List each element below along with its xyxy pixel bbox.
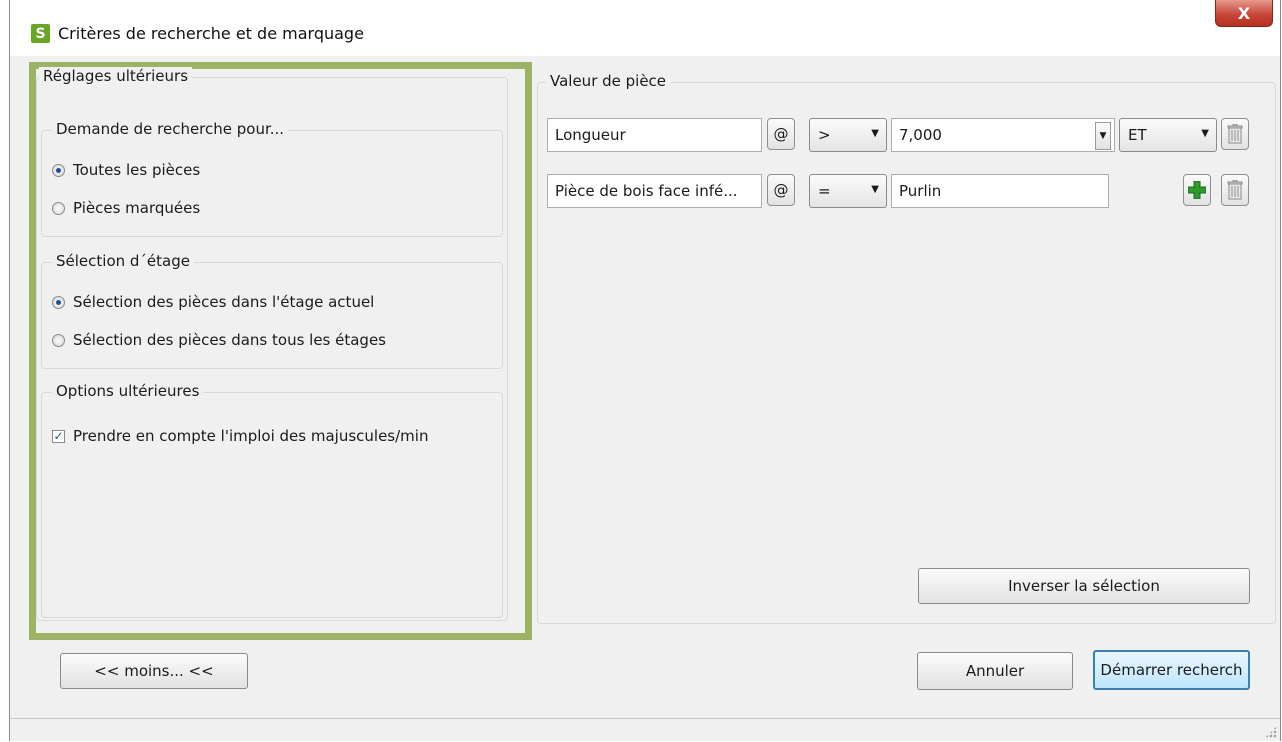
radio-marked-parts[interactable]: Pièces marquées [52,199,200,217]
radio-current-floor-label: Sélection des pièces dans l'étage actuel [73,293,375,311]
advanced-settings-panel: Réglages ultérieurs Demande de recherche… [29,62,532,640]
plus-icon [1188,181,1206,199]
radio-all-floors[interactable]: Sélection des pièces dans tous les étage… [52,331,386,349]
window-title: Critères de recherche et de marquage [58,24,364,43]
operator-dropdown-2[interactable]: = ▼ [809,174,887,208]
dialog-body: Réglages ultérieurs Demande de recherche… [10,56,1280,741]
search-request-title: Demande de recherche pour... [52,120,289,138]
radio-all-floors-label: Sélection des pièces dans tous les étage… [73,331,387,349]
invert-selection-button[interactable]: Inverser la sélection [918,568,1250,604]
at-icon: @ [773,125,789,143]
radio-current-floor-indicator[interactable] [52,295,65,309]
start-search-button[interactable]: Démarrer recherch [1093,650,1250,690]
delete-row-button-1[interactable] [1221,118,1249,150]
attribute-picker-button-1[interactable]: @ [767,118,795,150]
radio-current-floor[interactable]: Sélection des pièces dans l'étage actuel [52,293,374,311]
value-text-1: 7,000 [899,126,942,144]
case-sensitive-checkbox[interactable]: ✓ [52,429,65,443]
value-combo-1[interactable]: 7,000 ▼ [891,118,1115,152]
floor-selection-group: Sélection d´étage Sélection des pièces d… [41,252,503,369]
resize-grip-icon[interactable] [1265,726,1277,738]
delete-row-button-2[interactable] [1221,174,1249,206]
value-field-2[interactable]: Purlin [891,174,1109,208]
trash-icon [1227,124,1243,144]
chevron-down-icon: ▼ [1201,128,1209,139]
part-value-group: Valeur de pièce Longueur @ > ▼ 7,000 ▼ E… [537,72,1276,624]
value-dropdown-arrow-icon[interactable]: ▼ [1095,122,1111,150]
part-value-title: Valeur de pièce [546,72,671,90]
radio-marked-parts-label: Pièces marquées [73,199,201,217]
chevron-down-icon: ▼ [871,128,879,139]
status-bar [10,718,1280,741]
title-bar: S Critères de recherche et de marquage X [10,0,1280,56]
close-button[interactable]: X [1215,0,1273,27]
operator-value-2: = [818,182,831,200]
trash-icon [1227,180,1243,200]
radio-all-parts-indicator[interactable] [52,163,65,177]
logic-dropdown-1[interactable]: ET ▼ [1119,118,1217,152]
operator-value-1: > [818,126,831,144]
at-icon: @ [773,181,789,199]
radio-all-parts-label: Toutes les pièces [73,161,201,179]
radio-marked-parts-indicator[interactable] [52,201,65,215]
app-logo-icon: S [31,24,50,43]
case-sensitive-option[interactable]: ✓ Prendre en compte l'imploi des majuscu… [52,427,428,445]
case-sensitive-label: Prendre en compte l'imploi des majuscule… [73,427,429,445]
radio-all-floors-indicator[interactable] [52,333,65,347]
add-row-button[interactable] [1183,174,1211,206]
radio-all-parts[interactable]: Toutes les pièces [52,161,200,179]
floor-selection-title: Sélection d´étage [52,252,194,270]
dialog-window: S Critères de recherche et de marquage X… [9,0,1281,741]
further-options-group: Options ultérieures ✓ Prendre en compte … [41,382,503,618]
further-options-title: Options ultérieures [52,382,204,400]
less-options-button[interactable]: << moins... << [60,653,248,689]
logic-value-1: ET [1128,126,1147,144]
attribute-picker-button-2[interactable]: @ [767,174,795,206]
advanced-settings-title: Réglages ultérieurs [39,67,193,85]
attribute-field-1[interactable]: Longueur [547,118,762,152]
chevron-down-icon: ▼ [871,184,879,195]
operator-dropdown-1[interactable]: > ▼ [809,118,887,152]
advanced-settings-group: Réglages ultérieurs Demande de recherche… [36,67,508,621]
attribute-field-2[interactable]: Pièce de bois face infé... [547,174,762,208]
cancel-button[interactable]: Annuler [917,652,1073,690]
search-request-group: Demande de recherche pour... Toutes les … [41,120,503,237]
